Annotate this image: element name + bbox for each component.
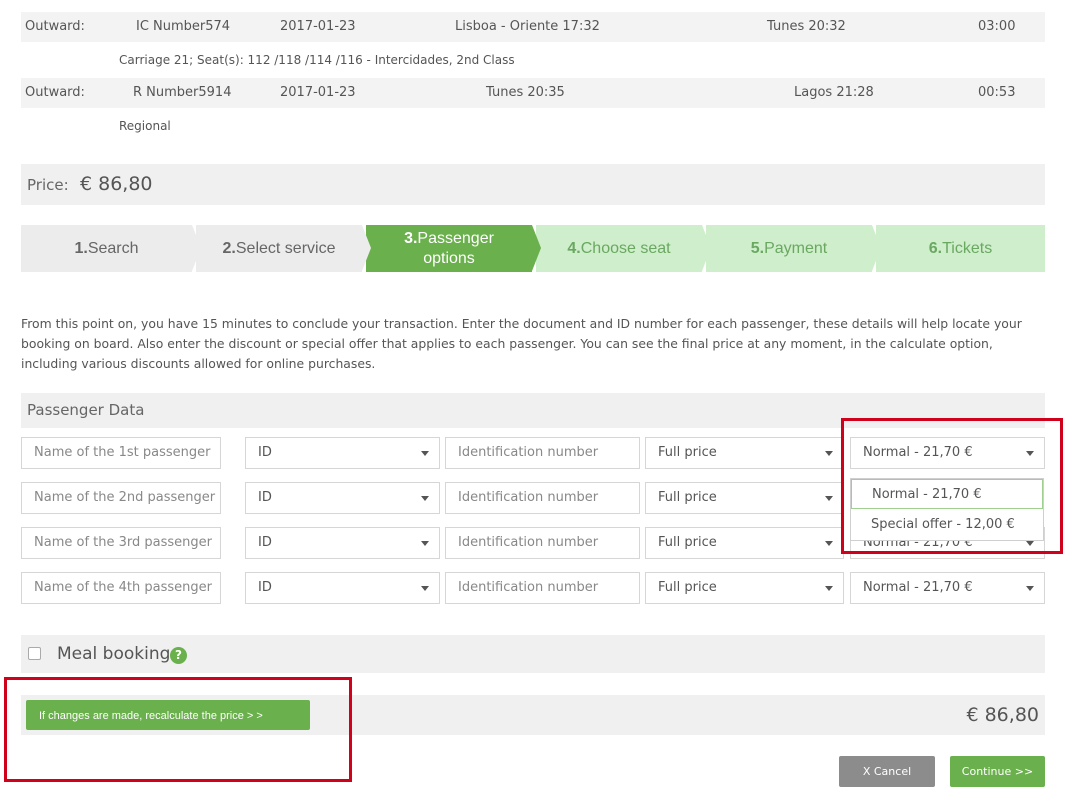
document-type-select[interactable]: ID — [245, 527, 440, 559]
journey-duration: 00:53 — [978, 85, 1016, 100]
caret-down-icon — [825, 586, 833, 591]
offer-select[interactable]: Normal - 21,70 € — [850, 572, 1045, 604]
journey-direction: Outward: — [25, 19, 85, 34]
step-separator — [362, 225, 371, 271]
progress-steps: 1.Search 2.Select service 3.Passenger op… — [21, 225, 1045, 272]
meal-booking-checkbox[interactable] — [28, 647, 41, 660]
step-number: 5. — [750, 239, 765, 257]
annotation-highlight-box — [841, 418, 1063, 554]
step-separator — [702, 225, 711, 271]
caret-down-icon — [421, 586, 429, 591]
passenger-name-input[interactable]: Name of the 4th passenger — [21, 572, 221, 604]
price-bar: Price: € 86,80 — [21, 164, 1045, 205]
step-passenger-options[interactable]: 3.Passenger options — [366, 225, 532, 272]
step-label: Choose seat — [580, 239, 671, 257]
caret-down-icon — [825, 451, 833, 456]
journey-train: R Number5914 — [133, 85, 232, 100]
select-value: ID — [258, 580, 272, 595]
step-payment: 5.Payment — [706, 225, 872, 272]
step-label: Search — [87, 239, 139, 257]
caret-down-icon — [825, 541, 833, 546]
caret-down-icon — [1026, 586, 1034, 591]
caret-down-icon — [825, 496, 833, 501]
document-type-select[interactable]: ID — [245, 437, 440, 469]
step-tickets: 6.Tickets — [876, 225, 1045, 272]
journey-from: Lisboa - Oriente 17:32 — [455, 19, 600, 34]
caret-down-icon — [421, 451, 429, 456]
select-value: ID — [258, 445, 272, 460]
passenger-name-input[interactable]: Name of the 1st passenger — [21, 437, 221, 469]
step-number: 6. — [928, 239, 943, 257]
help-icon[interactable]: ? — [170, 647, 187, 664]
journey-duration: 03:00 — [978, 19, 1016, 34]
journey-from: Tunes 20:35 — [486, 85, 565, 100]
journey-direction: Outward: — [25, 85, 85, 100]
id-number-input[interactable]: Identification number — [445, 527, 640, 559]
step-label: Select service — [235, 239, 336, 257]
section-title: Passenger Data — [27, 401, 145, 419]
id-number-input[interactable]: Identification number — [445, 437, 640, 469]
step-number: 2. — [222, 239, 236, 257]
fare-type-select[interactable]: Full price — [645, 527, 844, 559]
journey-row: Outward: R Number5914 2017-01-23 Tunes 2… — [21, 78, 1045, 108]
journey-row: Outward: IC Number574 2017-01-23 Lisboa … — [21, 12, 1045, 42]
step-number: 1. — [74, 239, 88, 257]
journey-details: Carriage 21; Seat(s): 112 /118 /114 /116… — [119, 53, 515, 67]
select-value: Full price — [658, 580, 717, 595]
caret-down-icon — [421, 496, 429, 501]
journey-details: Regional — [119, 119, 171, 133]
price-value: € 86,80 — [80, 173, 153, 195]
annotation-highlight-box — [4, 677, 352, 782]
select-value: Full price — [658, 490, 717, 505]
instructions-text: From this point on, you have 15 minutes … — [21, 316, 1022, 371]
total-price: € 86,80 — [966, 704, 1039, 726]
passenger-name-input[interactable]: Name of the 3rd passenger — [21, 527, 221, 559]
journey-date: 2017-01-23 — [280, 85, 356, 100]
journey-date: 2017-01-23 — [280, 19, 356, 34]
select-value: Full price — [658, 535, 717, 550]
document-type-select[interactable]: ID — [245, 482, 440, 514]
step-label: Tickets — [942, 239, 993, 257]
cancel-button[interactable]: X Cancel — [839, 756, 935, 787]
meal-booking-label: Meal booking — [57, 644, 171, 664]
journey-to: Tunes 20:32 — [767, 19, 846, 34]
step-number: 3. — [404, 229, 418, 247]
step-label: Passenger options — [417, 229, 494, 267]
step-select-service[interactable]: 2.Select service — [196, 225, 362, 272]
fare-type-select[interactable]: Full price — [645, 572, 844, 604]
id-number-input[interactable]: Identification number — [445, 482, 640, 514]
select-value: Normal - 21,70 € — [863, 580, 973, 595]
step-search[interactable]: 1.Search — [21, 225, 192, 272]
select-value: Full price — [658, 445, 717, 460]
select-value: ID — [258, 535, 272, 550]
select-value: ID — [258, 490, 272, 505]
step-choose-seat: 4.Choose seat — [536, 225, 702, 272]
step-separator — [872, 225, 881, 271]
step-separator — [192, 225, 201, 271]
fare-type-select[interactable]: Full price — [645, 437, 844, 469]
caret-down-icon — [421, 541, 429, 546]
step-label: Payment — [764, 239, 828, 257]
document-type-select[interactable]: ID — [245, 572, 440, 604]
step-separator — [532, 225, 541, 271]
id-number-input[interactable]: Identification number — [445, 572, 640, 604]
fare-type-select[interactable]: Full price — [645, 482, 844, 514]
continue-button[interactable]: Continue >> — [950, 756, 1045, 787]
journey-train: IC Number574 — [136, 19, 231, 34]
meal-booking-bar: Meal booking ? — [21, 635, 1045, 673]
step-number: 4. — [567, 239, 581, 257]
price-label: Price: — [27, 176, 69, 194]
passenger-name-input[interactable]: Name of the 2nd passenger — [21, 482, 221, 514]
journey-to: Lagos 21:28 — [794, 85, 874, 100]
